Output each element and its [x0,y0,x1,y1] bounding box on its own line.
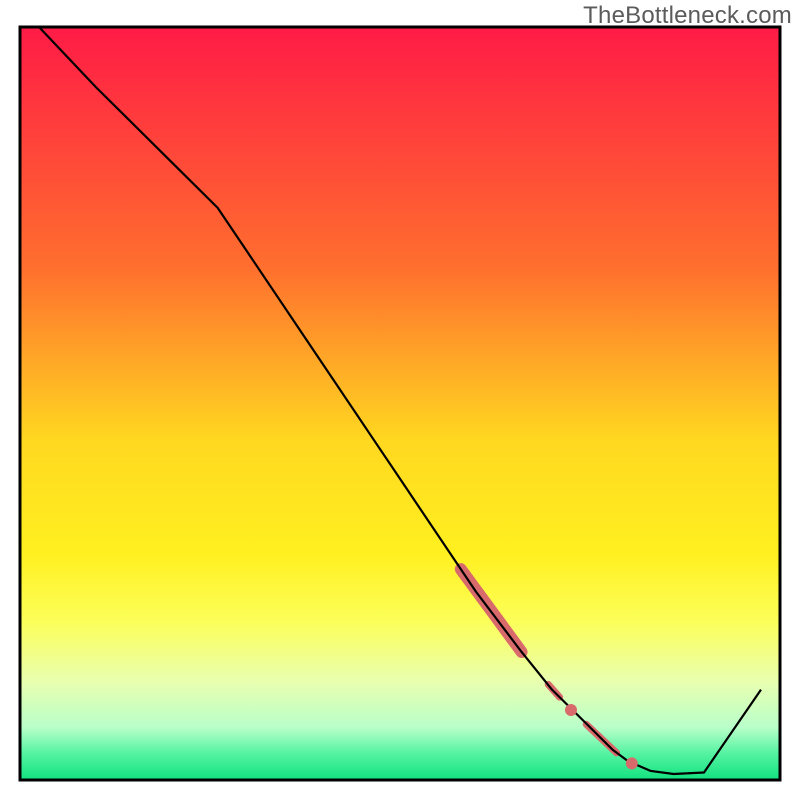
bottleneck-chart [0,0,800,800]
watermark-text: TheBottleneck.com [583,2,792,30]
chart-background [20,27,780,780]
chart-container: TheBottleneck.com [0,0,800,800]
dot-1 [565,704,577,716]
dot-2 [626,757,638,769]
